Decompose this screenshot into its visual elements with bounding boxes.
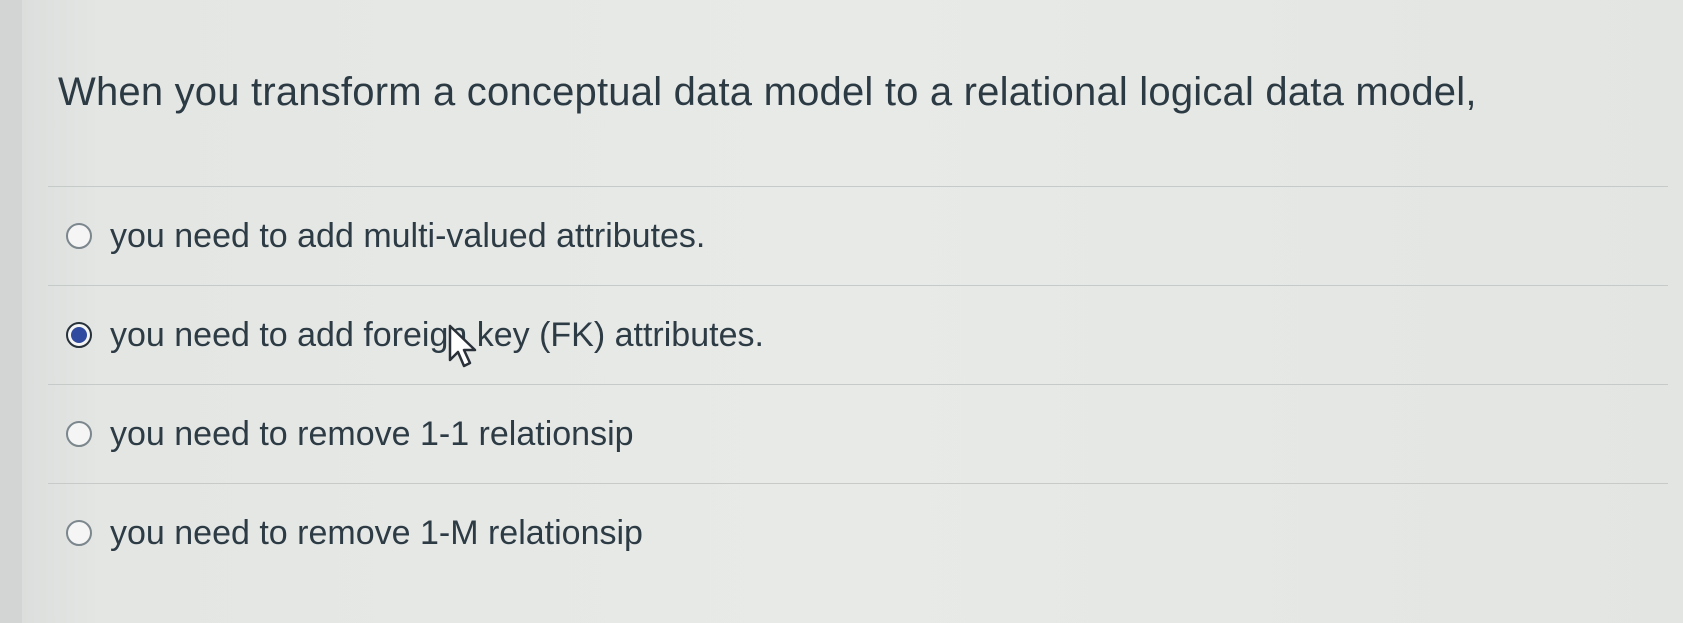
radio-button-3[interactable] [66, 421, 92, 447]
quiz-page: When you transform a conceptual data mod… [0, 0, 1683, 623]
answer-list: you need to add multi-valued attributes.… [48, 186, 1668, 582]
answer-label-2: you need to add foreign key (FK) attribu… [110, 315, 764, 354]
question-text: When you transform a conceptual data mod… [58, 70, 1477, 114]
answer-option-1[interactable]: you need to add multi-valued attributes. [48, 186, 1668, 285]
answer-label-3: you need to remove 1-1 relationsip [110, 414, 634, 453]
answer-option-2[interactable]: you need to add foreign key (FK) attribu… [48, 285, 1668, 384]
radio-button-2[interactable] [66, 322, 92, 348]
answer-label-1: you need to add multi-valued attributes. [110, 216, 706, 255]
mouse-pointer-icon [448, 324, 477, 368]
answer-option-3[interactable]: you need to remove 1-1 relationsip [48, 384, 1668, 483]
answer-option-4[interactable]: you need to remove 1-M relationsip [48, 483, 1668, 582]
radio-button-1[interactable] [66, 223, 92, 249]
left-edge [0, 0, 22, 623]
radio-button-4[interactable] [66, 520, 92, 546]
answer-label-4: you need to remove 1-M relationsip [110, 513, 643, 552]
